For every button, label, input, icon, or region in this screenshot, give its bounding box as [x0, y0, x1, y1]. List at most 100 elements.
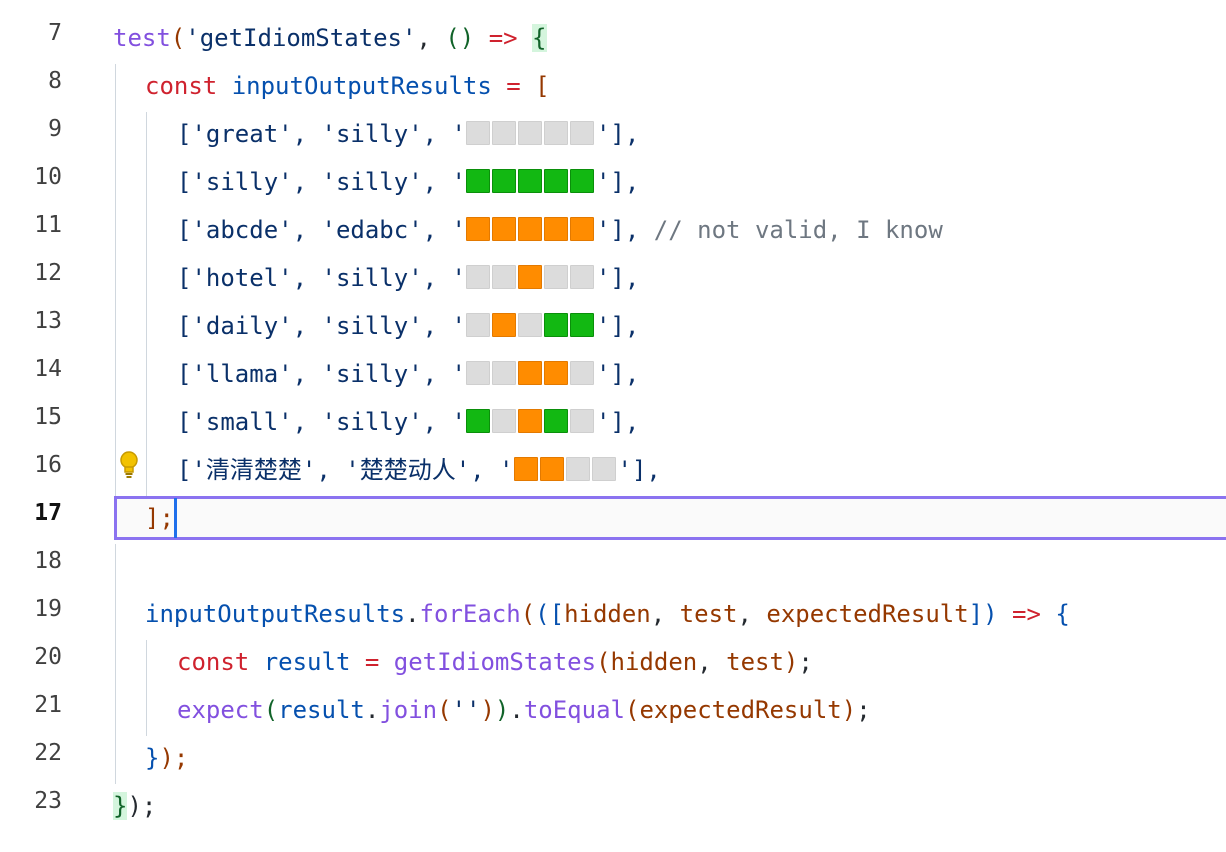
token: ['llama', 'silly', ' — [177, 360, 466, 388]
token: '], — [617, 456, 661, 484]
green-square — [543, 409, 568, 433]
line-number-active: 17 — [34, 500, 62, 526]
line-number: 7 — [48, 20, 62, 46]
token: expectedResult — [766, 600, 969, 628]
token: ]; — [145, 504, 174, 532]
line-number: 15 — [34, 404, 62, 430]
token: ; — [856, 696, 871, 724]
code-line-17[interactable]: ]; — [145, 498, 174, 538]
gray-square — [543, 265, 568, 289]
token: ['清清楚楚', '楚楚动人', ' — [177, 456, 514, 484]
token: ( — [624, 696, 640, 724]
token: { — [532, 24, 547, 52]
token: ); — [127, 792, 157, 820]
code-editor[interactable]: 7 8 9 10 11 12 13 14 15 16 17 18 19 20 2… — [0, 0, 1226, 852]
code-line-23[interactable]: }); — [113, 786, 156, 826]
code-line-8[interactable]: const inputOutputResults = [ — [145, 66, 550, 106]
green-square — [569, 169, 594, 193]
code-line-19[interactable]: inputOutputResults.forEach(([hidden, tes… — [145, 594, 1070, 634]
gray-square — [543, 121, 568, 145]
token: . — [405, 600, 420, 628]
code-line-13[interactable]: ['daily', 'silly', ' '], — [177, 306, 639, 346]
emoji-squares — [465, 216, 596, 244]
code-line-12[interactable]: ['hotel', 'silly', ' '], — [177, 258, 639, 298]
line-number: 19 — [34, 596, 62, 622]
line-number: 21 — [34, 692, 62, 718]
token: '' — [451, 696, 481, 724]
code-line-16[interactable]: ['清清楚楚', '楚楚动人', ' '], — [177, 450, 661, 490]
line-number: 10 — [34, 164, 62, 190]
code-line-7[interactable]: test('getIdiomStates', () => { — [113, 18, 547, 58]
line-number: 14 — [34, 356, 62, 382]
token: '], — [595, 360, 640, 388]
emoji-squares — [465, 360, 596, 388]
green-square — [543, 169, 568, 193]
token: ( — [263, 696, 279, 724]
token: ) — [480, 696, 495, 724]
token: , — [650, 600, 680, 628]
token: ['abcde', 'edabc', ' — [177, 216, 466, 244]
orange-square — [517, 361, 542, 385]
line-number: 11 — [34, 212, 62, 238]
token: const — [177, 648, 264, 676]
token: forEach — [419, 600, 521, 628]
token: ( — [170, 24, 186, 52]
token: , — [737, 600, 767, 628]
token: => — [474, 24, 533, 52]
token: } — [145, 744, 160, 772]
green-square — [465, 409, 490, 433]
gray-square — [465, 313, 490, 337]
line-number: 18 — [34, 548, 62, 574]
orange-square — [517, 265, 542, 289]
token: inputOutputResults — [145, 600, 406, 628]
token: ( — [520, 600, 536, 628]
gray-square — [569, 409, 594, 433]
token: hidden — [610, 648, 698, 676]
code-line-20[interactable]: const result = getIdiomStates(hidden, te… — [177, 642, 813, 682]
line-number: 22 — [34, 740, 62, 766]
green-square — [569, 313, 594, 337]
token: ['great', 'silly', ' — [177, 120, 466, 148]
lightbulb-icon — [120, 451, 138, 478]
emoji-squares — [465, 264, 596, 292]
token: toEqual — [523, 696, 625, 724]
lightbulb-icon[interactable] — [116, 449, 142, 479]
emoji-squares — [465, 312, 596, 340]
orange-square — [513, 457, 538, 481]
token: ) — [494, 696, 510, 724]
token: 'getIdiomStates' — [185, 24, 417, 52]
indent-guide — [115, 544, 116, 784]
token: '], — [595, 264, 640, 292]
token: = — [491, 72, 536, 100]
token: . — [364, 696, 380, 724]
code-line-21[interactable]: expect(result.join('')).toEqual(expected… — [177, 690, 871, 730]
green-square — [517, 169, 542, 193]
token: . — [509, 696, 524, 724]
line-number: 23 — [34, 788, 62, 814]
token: ) — [841, 696, 857, 724]
code-line-15[interactable]: ['small', 'silly', ' '], — [177, 402, 639, 442]
orange-square — [543, 217, 568, 241]
orange-square — [517, 409, 542, 433]
gray-square — [491, 265, 516, 289]
token: ([ — [535, 600, 565, 628]
token: '], — [595, 120, 640, 148]
code-line-14[interactable]: ['llama', 'silly', ' '], — [177, 354, 639, 394]
green-square — [465, 169, 490, 193]
token: expect — [177, 696, 264, 724]
code-line-11[interactable]: ['abcde', 'edabc', ' '], // not valid, I … — [177, 210, 943, 250]
orange-square — [569, 217, 594, 241]
gray-square — [569, 361, 594, 385]
token: ( — [596, 648, 611, 676]
green-square — [491, 169, 516, 193]
token: ['daily', 'silly', ' — [177, 312, 466, 340]
token: '], — [595, 408, 640, 436]
token: ]) — [968, 600, 998, 628]
current-line-highlight — [114, 496, 1226, 540]
code-line-9[interactable]: ['great', 'silly', ' '], — [177, 114, 639, 154]
code-line-10[interactable]: ['silly', 'silly', ' '], — [177, 162, 639, 202]
line-number: 16 — [34, 452, 62, 478]
gray-square — [517, 313, 542, 337]
code-line-22[interactable]: }); — [145, 738, 188, 778]
token: ) — [783, 648, 799, 676]
